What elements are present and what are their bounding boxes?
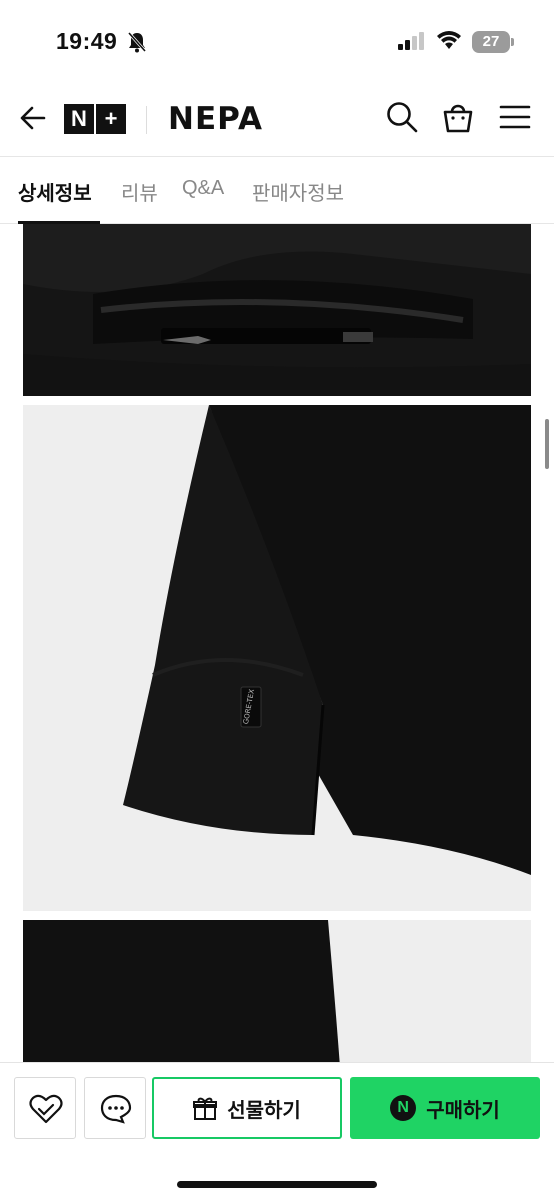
naver-pay-badge: N: [390, 1095, 417, 1121]
jacket-side-image: [23, 920, 531, 1062]
jacket-sleeve-image: GORE-TEX: [23, 405, 531, 911]
heart-icon: [29, 1094, 63, 1124]
buy-label: 구매하기: [426, 1099, 500, 1122]
tab-details[interactable]: 상세정보: [18, 177, 92, 206]
n-plus-logo[interactable]: N +: [64, 104, 126, 134]
gift-box-icon: [193, 1097, 218, 1120]
battery-indicator: 27: [472, 31, 510, 53]
back-arrow-icon[interactable]: [18, 100, 50, 136]
content-scrollbar[interactable]: [545, 419, 549, 469]
status-time: 19:49: [56, 28, 118, 54]
cellular-signal-icon: [398, 32, 424, 50]
chat-button[interactable]: [84, 1077, 146, 1139]
app-header: N + NEPA: [0, 80, 554, 156]
tab-reviews[interactable]: 리뷰: [121, 177, 158, 206]
hamburger-menu-icon[interactable]: [498, 100, 532, 134]
logo-plus: +: [96, 104, 126, 134]
gift-label: 선물하기: [227, 1099, 301, 1122]
silent-bell-icon: [127, 32, 147, 53]
product-detail-content[interactable]: GORE-TEX: [0, 224, 554, 1062]
gift-button[interactable]: 선물하기: [152, 1077, 342, 1139]
hood-detail-graphic: [23, 224, 531, 396]
logo-n: N: [64, 104, 94, 134]
shopping-bag-icon[interactable]: [441, 100, 475, 134]
buy-button[interactable]: N 구매하기: [350, 1077, 540, 1139]
jacket-hood-detail-image: [23, 224, 531, 396]
wifi-icon: [437, 31, 461, 49]
battery-tip: [511, 38, 514, 46]
chat-bubble-icon: [100, 1094, 132, 1124]
sleeve-graphic: GORE-TEX: [23, 405, 531, 911]
tab-qna[interactable]: Q&A: [182, 177, 224, 200]
search-icon[interactable]: [385, 100, 419, 134]
brand-name[interactable]: NEPA: [168, 101, 263, 137]
logo-divider: [146, 106, 147, 134]
like-button[interactable]: [14, 1077, 76, 1139]
product-tabs: 상세정보 리뷰 Q&A 판매자정보: [0, 156, 554, 224]
bottom-action-bar: 선물하기 N 구매하기: [0, 1062, 554, 1200]
side-graphic: [23, 920, 531, 1062]
home-indicator: [177, 1181, 377, 1188]
tab-seller-info[interactable]: 판매자정보: [252, 177, 344, 206]
status-bar: 19:49 27: [0, 0, 554, 80]
